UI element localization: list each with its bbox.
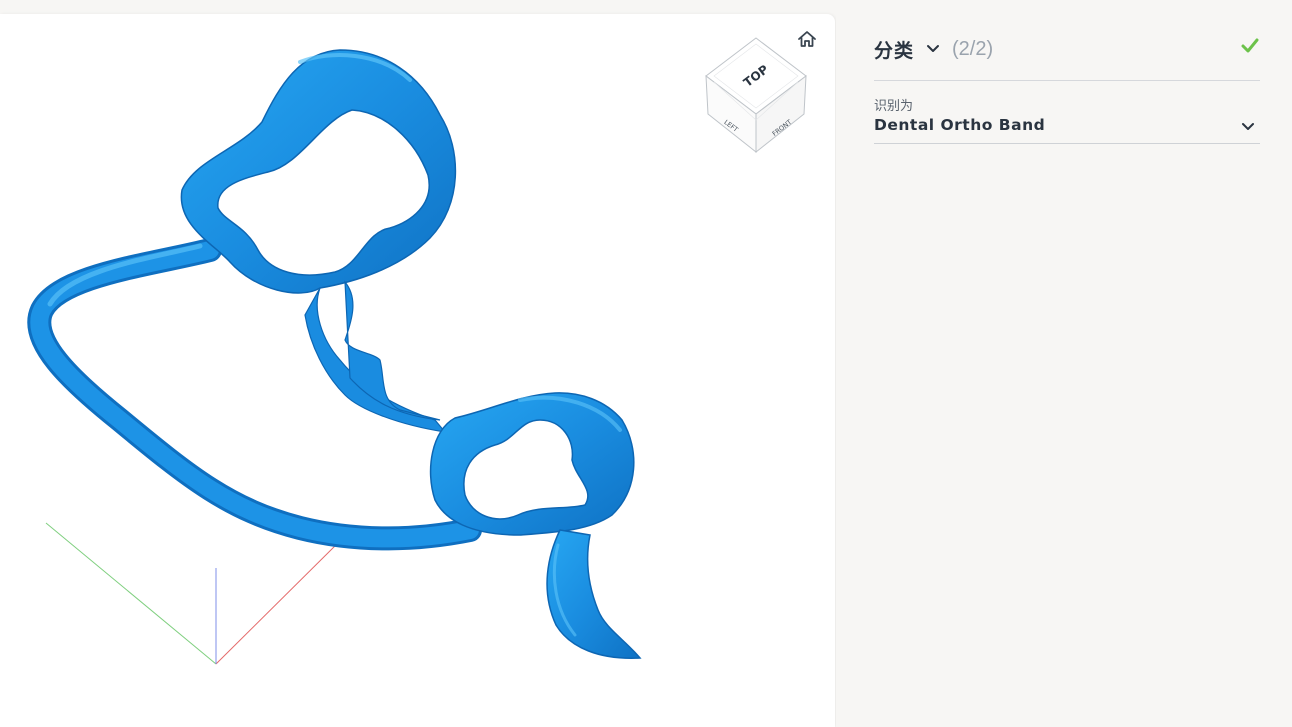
chevron-down-icon[interactable] [926, 41, 942, 57]
y-axis-line [45, 522, 217, 665]
axis-gizmo [45, 522, 345, 665]
recognized-as-select[interactable]: Dental Ortho Band [874, 113, 1260, 144]
x-axis-line [215, 536, 345, 665]
panel-title: 分类 [874, 39, 915, 62]
recognized-as-value: Dental Ortho Band [874, 116, 1046, 134]
chevron-down-icon [1242, 123, 1254, 130]
header-divider [874, 80, 1260, 81]
nav-cube[interactable]: TOP LEFT FRONT [700, 34, 812, 154]
3d-viewport[interactable]: TOP LEFT FRONT [0, 14, 835, 727]
check-icon [1241, 38, 1259, 53]
item-count: (2/2) [952, 37, 994, 60]
ortho-band-model[interactable] [27, 49, 642, 659]
classification-panel: 分类 (2/2) 识别为 Dental Ortho Band [836, 0, 1292, 727]
app-window: TOP LEFT FRONT 分类 (2/2) 识别为 Dental Ortho… [0, 0, 1292, 727]
panel-header: 分类 (2/2) [874, 30, 1260, 68]
recognized-as-label: 识别为 [874, 99, 914, 114]
